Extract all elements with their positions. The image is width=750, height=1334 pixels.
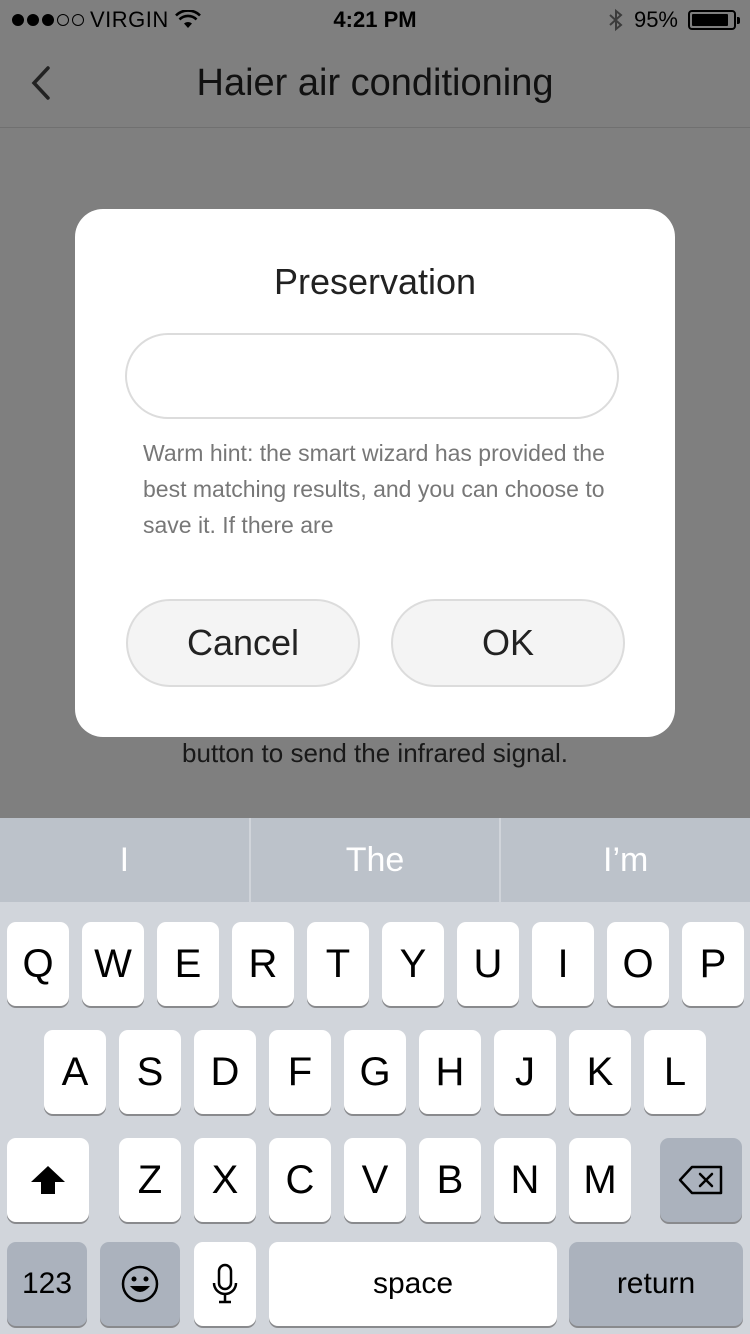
delete-key[interactable] [660, 1138, 742, 1222]
key-e[interactable]: E [157, 922, 219, 1006]
numbers-key[interactable]: 123 [7, 1242, 87, 1326]
key-n[interactable]: N [494, 1138, 556, 1222]
emoji-icon [121, 1265, 159, 1303]
key-v[interactable]: V [344, 1138, 406, 1222]
key-a[interactable]: A [44, 1030, 106, 1114]
key-f[interactable]: F [269, 1030, 331, 1114]
dialog-title: Preservation [273, 261, 477, 302]
key-g[interactable]: G [344, 1030, 406, 1114]
key-y[interactable]: Y [382, 922, 444, 1006]
prediction-3[interactable]: I’m [501, 818, 750, 902]
key-q[interactable]: Q [7, 922, 69, 1006]
warm-hint-text: Warm hint: the smart wizard has provided… [143, 440, 605, 538]
keyboard: I The I’m Q W E R T Y U I O P A S D F G … [0, 818, 750, 1334]
key-x[interactable]: X [194, 1138, 256, 1222]
backspace-icon [678, 1165, 723, 1195]
key-p[interactable]: P [682, 922, 744, 1006]
key-w[interactable]: W [82, 922, 144, 1006]
key-s[interactable]: S [119, 1030, 181, 1114]
prediction-2[interactable]: The [251, 818, 502, 902]
key-o[interactable]: O [607, 922, 669, 1006]
microphone-icon [212, 1263, 238, 1304]
ok-button[interactable]: OK [391, 599, 625, 687]
key-l[interactable]: L [644, 1030, 706, 1114]
cancel-button[interactable]: Cancel [126, 599, 360, 687]
key-m[interactable]: M [569, 1138, 631, 1222]
predictive-bar: I The I’m [0, 818, 750, 902]
save-dialog: Preservation Warm hint: the smart wizard… [75, 209, 675, 737]
key-r[interactable]: R [232, 922, 294, 1006]
key-b[interactable]: B [419, 1138, 481, 1222]
key-t[interactable]: T [307, 922, 369, 1006]
key-j[interactable]: J [494, 1030, 556, 1114]
return-key[interactable]: return [569, 1242, 743, 1326]
name-input[interactable] [125, 333, 619, 419]
emoji-key[interactable] [100, 1242, 180, 1326]
key-c[interactable]: C [269, 1138, 331, 1222]
key-k[interactable]: K [569, 1030, 631, 1114]
shift-key[interactable] [7, 1138, 89, 1222]
key-i[interactable]: I [532, 922, 594, 1006]
key-h[interactable]: H [419, 1030, 481, 1114]
dictation-key[interactable] [194, 1242, 256, 1326]
key-d[interactable]: D [194, 1030, 256, 1114]
prediction-1[interactable]: I [0, 818, 251, 902]
key-z[interactable]: Z [119, 1138, 181, 1222]
space-key[interactable]: space [269, 1242, 557, 1326]
key-u[interactable]: U [457, 922, 519, 1006]
shift-arrow-icon [31, 1166, 65, 1194]
